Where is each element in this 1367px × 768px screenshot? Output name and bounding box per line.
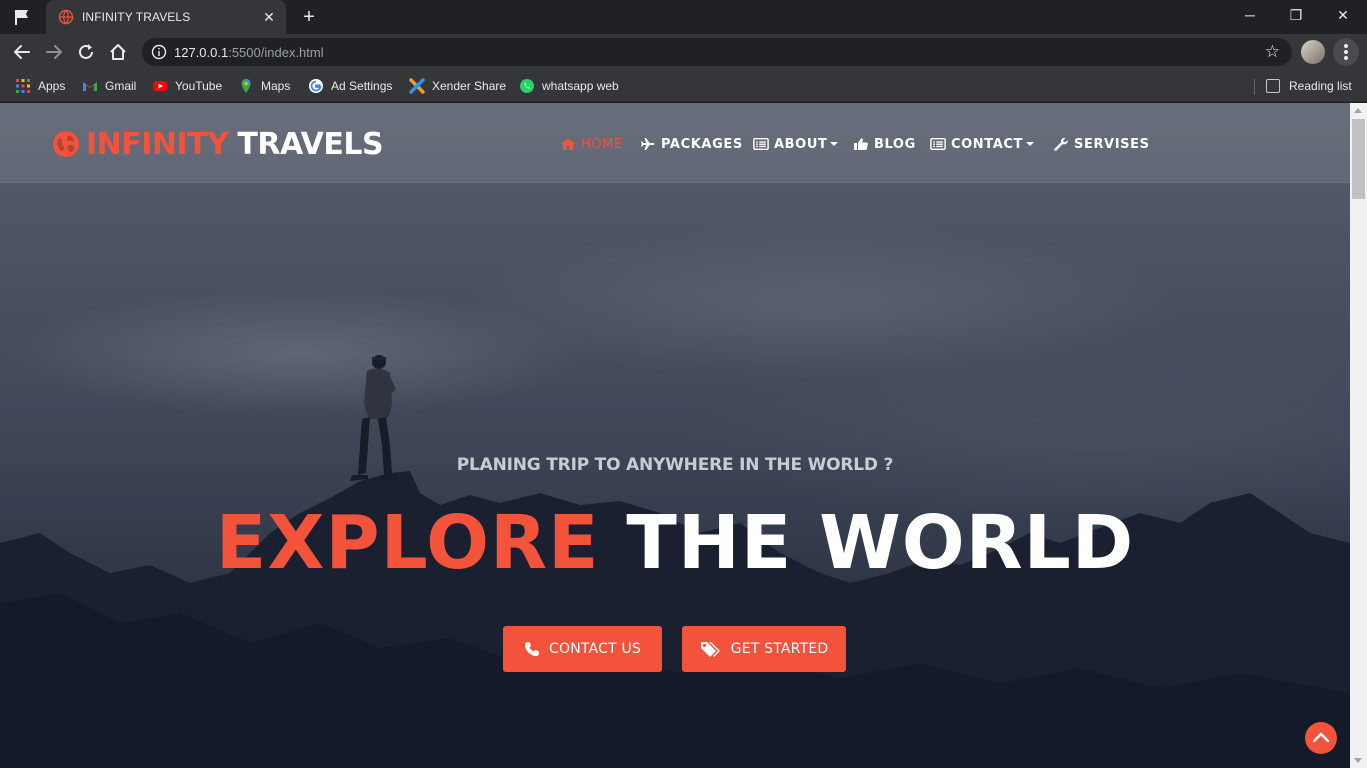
flag-icon[interactable] (12, 8, 32, 26)
button-label: GET STARTED (730, 641, 829, 657)
nav-home[interactable]: HOME (560, 135, 623, 153)
home-icon[interactable] (107, 41, 129, 63)
scroll-down-arrow-icon[interactable] (1354, 758, 1362, 763)
address-bar[interactable]: 127.0.0.1:5500/index.html ☆ (142, 38, 1292, 66)
nav-about[interactable]: ABOUT (753, 135, 839, 153)
bookmark-star-icon[interactable]: ☆ (1265, 42, 1280, 62)
nav-label: ABOUT (774, 136, 828, 152)
nav-label: PACKAGES (661, 136, 743, 152)
new-tab-button[interactable]: + (298, 6, 320, 28)
thumbs-up-icon (854, 138, 868, 150)
tags-icon (700, 642, 720, 657)
tab-title: INFINITY TRAVELS (82, 10, 191, 24)
profile-avatar[interactable] (1301, 40, 1325, 64)
nav-packages[interactable]: PACKAGES (640, 135, 743, 153)
bookmark-label: Gmail (105, 79, 137, 93)
whatsapp-icon (520, 79, 534, 93)
reading-list-icon (1266, 79, 1280, 93)
page-scrollbar[interactable] (1350, 103, 1367, 768)
bookmark-label: YouTube (175, 79, 223, 93)
bookmark-label: Maps (261, 79, 291, 93)
site-favicon-icon (58, 9, 74, 25)
brand-text: TRAVELS (237, 126, 384, 162)
chevron-down-icon (830, 142, 839, 146)
scroll-up-arrow-icon[interactable] (1354, 108, 1362, 113)
restore-button[interactable]: ❐ (1273, 0, 1319, 30)
bookmark-maps[interactable]: Maps (238, 76, 290, 96)
bookmark-label: whatsapp web (542, 79, 619, 93)
url-text[interactable]: 127.0.0.1:5500/index.html (174, 45, 324, 60)
get-started-button[interactable]: GET STARTED (682, 626, 846, 672)
bookmark-gmail[interactable]: Gmail (82, 76, 136, 96)
reading-list-label: Reading list (1289, 79, 1352, 93)
button-label: CONTACT US (549, 641, 641, 657)
site-navbar: INFINITY TRAVELS HOME PACKAGES ABOUT BLO… (0, 103, 1350, 183)
nav-label: SERVISES (1074, 136, 1150, 152)
browser-toolbar: 127.0.0.1:5500/index.html ☆ (0, 34, 1367, 70)
gmail-icon (83, 82, 97, 91)
brand-accent-text: INFINITY (86, 126, 229, 162)
tab-strip: INFINITY TRAVELS ✕ + ─ ❐ ✕ (0, 0, 1367, 34)
nav-contact[interactable]: CONTACT (930, 135, 1034, 153)
browser-menu-icon[interactable] (1333, 38, 1359, 66)
hero-tagline: PLANING TRIP TO ANYWHERE IN THE WORLD ? (456, 455, 894, 475)
hero-overlay (0, 103, 1350, 768)
apps-grid-icon (16, 79, 30, 93)
wrench-icon (1054, 137, 1068, 151)
nav-blog[interactable]: BLOG (853, 135, 916, 153)
youtube-icon (153, 81, 167, 91)
plane-icon (641, 138, 655, 150)
forward-arrow-icon[interactable] (43, 41, 65, 63)
hero-headline: EXPLORE THE WORLD (0, 495, 1350, 591)
site-logo[interactable]: INFINITY TRAVELS (52, 126, 384, 162)
scrollbar-thumb[interactable] (1352, 119, 1365, 199)
info-icon[interactable] (151, 44, 167, 60)
list-icon (753, 137, 769, 151)
browser-tab[interactable]: INFINITY TRAVELS ✕ (46, 0, 286, 34)
chevron-down-icon (1026, 142, 1034, 146)
minimize-button[interactable]: ─ (1227, 0, 1273, 30)
maps-icon (241, 79, 251, 93)
xender-icon (409, 78, 425, 94)
chevron-up-icon (1312, 732, 1330, 743)
headline-rest: THE WORLD (626, 500, 1135, 586)
bookmark-xender-share[interactable]: Xender Share (409, 76, 506, 96)
headline-accent: EXPLORE (215, 500, 600, 586)
bookmark-ad-settings[interactable]: Ad Settings (308, 76, 392, 96)
phone-icon (525, 642, 539, 656)
contact-us-button[interactable]: CONTACT US (503, 626, 662, 672)
back-to-top-button[interactable] (1305, 722, 1337, 754)
bookmark-label: Ad Settings (331, 79, 393, 93)
page-viewport: INFINITY TRAVELS HOME PACKAGES ABOUT BLO… (0, 103, 1350, 768)
globe-icon (53, 131, 79, 157)
home-icon (561, 138, 575, 150)
back-arrow-icon[interactable] (11, 41, 33, 63)
bookmarks-divider (1254, 79, 1255, 95)
reload-icon[interactable] (75, 41, 97, 63)
bookmarks-bar: Apps Gmail YouTube Maps Ad Settings Xend… (0, 70, 1367, 102)
nav-label: HOME (581, 136, 623, 152)
bookmark-apps[interactable]: Apps (15, 76, 65, 96)
reading-list-button[interactable]: Reading list (1266, 76, 1352, 96)
close-window-button[interactable]: ✕ (1320, 0, 1366, 30)
list-icon (930, 137, 946, 151)
bookmark-label: Apps (38, 79, 66, 93)
close-tab-icon[interactable]: ✕ (260, 8, 278, 26)
nav-label: CONTACT (951, 136, 1023, 152)
nav-label: BLOG (874, 136, 916, 152)
bookmark-whatsapp-web[interactable]: whatsapp web (519, 76, 619, 96)
bookmark-youtube[interactable]: YouTube (152, 76, 222, 96)
nav-servises[interactable]: SERVISES (1053, 135, 1150, 153)
google-icon (309, 79, 323, 93)
bookmark-label: Xender Share (432, 79, 507, 93)
